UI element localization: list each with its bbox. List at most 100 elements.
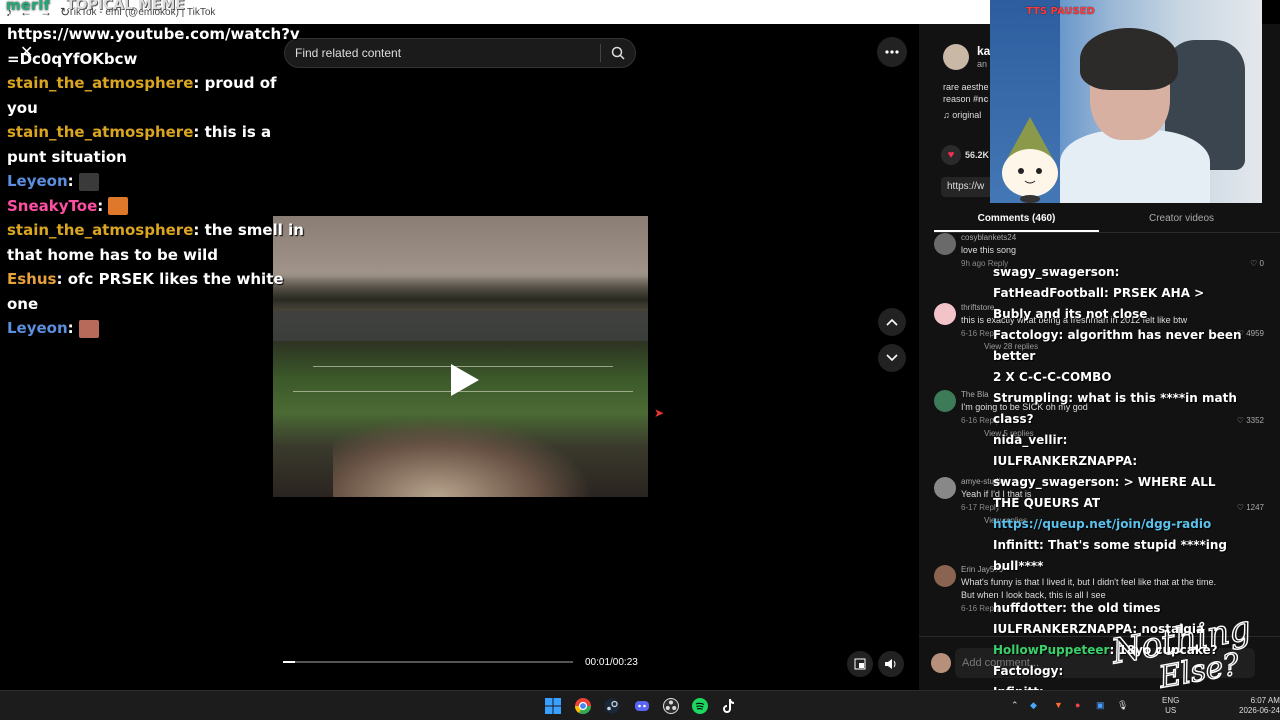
chat-emote-icon	[78, 172, 99, 191]
search-icon	[611, 46, 625, 60]
chat-username[interactable]: stain_the_atmosphere	[7, 74, 193, 92]
chat-username[interactable]: Factology	[993, 664, 1058, 678]
steam-button[interactable]	[602, 696, 622, 716]
more-options-button[interactable]	[877, 37, 907, 67]
post-hashtag[interactable]: #nc	[973, 94, 989, 104]
author-avatar[interactable]	[943, 44, 969, 70]
comment-username[interactable]: cosyblankets24	[961, 233, 1016, 242]
chat-username[interactable]: HollowPuppeteer	[993, 643, 1109, 657]
tray-display-icon[interactable]: ▣	[1096, 700, 1105, 711]
search-input[interactable]	[285, 39, 600, 67]
tray-steam-icon[interactable]: ◆	[1030, 700, 1037, 711]
like-button[interactable]: ♥	[941, 145, 961, 165]
chat-colon: :	[56, 270, 68, 288]
heart-icon: ♥	[947, 149, 955, 161]
comment-avatar[interactable]	[934, 233, 956, 255]
screen: ♪ ← → ↻ TikTok - emf (@emlokok) | TikTok…	[0, 0, 1280, 720]
current-user-avatar	[931, 653, 951, 673]
comment-text: love this song	[961, 245, 1017, 255]
chat-colon: :	[1058, 664, 1064, 678]
music-note-icon: ♫	[943, 110, 950, 120]
video-crowd-hands	[333, 417, 593, 497]
comment-avatar[interactable]	[934, 477, 956, 499]
author-name[interactable]: ka	[977, 44, 990, 58]
pip-button[interactable]	[847, 651, 873, 677]
chat-username[interactable]: huffdotter	[993, 601, 1062, 615]
chat-link[interactable]: https://queup.net/join/dgg-radio	[993, 517, 1211, 531]
video-progress-bar[interactable]	[283, 661, 573, 663]
tab-comments[interactable]: Comments (460)	[934, 207, 1099, 232]
chrome-icon	[575, 698, 591, 714]
chat-message: https://www.youtube.com/watch?v=Dc0qYfOK…	[7, 22, 307, 71]
more-icon	[885, 50, 899, 54]
nothing-else-logo: Nothing Else?	[1107, 610, 1255, 690]
post-sound[interactable]: ♫ original	[943, 110, 981, 120]
previous-video-button[interactable]	[878, 308, 906, 336]
tray-mic-icon[interactable]: 🎙	[1117, 700, 1128, 711]
windows-start-button[interactable]	[543, 696, 563, 716]
chat-text: 2 X C-C-C-COMBO	[993, 370, 1112, 384]
chat-username[interactable]: IULFRANKERZNAPPA	[993, 454, 1132, 468]
chat-username[interactable]: Leyeon	[7, 319, 68, 337]
system-clock[interactable]: 6:07 AM 2026-06-24	[1239, 696, 1280, 716]
comment-date: 6-16	[961, 604, 978, 613]
chrome-button[interactable]	[573, 696, 593, 716]
discord-icon	[635, 701, 649, 711]
chat-colon: :	[1114, 475, 1124, 489]
chat-username[interactable]: Infinitt	[993, 538, 1039, 552]
video-time: 00:01/00:23	[585, 657, 638, 668]
chat-username[interactable]: Leyeon	[7, 172, 68, 190]
spotify-button[interactable]	[690, 696, 710, 716]
language-indicator[interactable]: ENG US	[1162, 696, 1179, 716]
chat-username[interactable]: nida_vellir	[993, 433, 1063, 447]
tray-brave-icon[interactable]: ▼	[1054, 700, 1063, 710]
clock-time: 6:07 AM	[1250, 696, 1280, 705]
chat-username[interactable]: SneakyToe	[7, 197, 97, 215]
chat-colon: :	[1068, 391, 1078, 405]
tiktok-button[interactable]	[719, 696, 739, 716]
chat-message: swagy_swagerson: > WHERE ALL THE QUEURS …	[993, 472, 1243, 535]
video-frame[interactable]	[273, 216, 648, 497]
tray-record-icon[interactable]: ●	[1075, 700, 1080, 710]
chat-username[interactable]: FatHeadFootball	[993, 286, 1104, 300]
windows-start-icon	[545, 698, 561, 714]
comment-like-count: 3352	[1246, 416, 1264, 425]
play-icon[interactable]	[443, 360, 483, 400]
comment-avatar[interactable]	[934, 565, 956, 587]
chat-username[interactable]: stain_the_atmosphere	[7, 221, 193, 239]
language-bottom: US	[1165, 706, 1177, 715]
chat-username[interactable]: swagy_swagerson	[993, 475, 1115, 489]
chat-text: https://www.youtube.com/watch?v=Dc0qYfOK…	[7, 25, 300, 68]
volume-button[interactable]	[878, 651, 904, 677]
discord-button[interactable]	[632, 696, 652, 716]
chat-message: Leyeon:	[7, 316, 307, 341]
chat-message: Eshus: ofc PRSEK likes the white one	[7, 267, 307, 316]
chat-message	[993, 577, 1243, 598]
search-button[interactable]	[601, 38, 635, 68]
chat-message: IULFRANKERZNAPPA:	[993, 451, 1243, 472]
tray-chevron-icon[interactable]: ⌃	[1011, 700, 1019, 711]
comment-username[interactable]: The Bla	[961, 390, 989, 399]
chevron-down-icon	[886, 354, 898, 362]
obs-button[interactable]	[661, 696, 681, 716]
chat-username[interactable]: stain_the_atmosphere	[7, 123, 193, 141]
chat-username[interactable]: swagy_swagerson	[993, 265, 1115, 279]
search-box	[284, 38, 636, 68]
chat-message: nida_vellir:	[993, 430, 1243, 451]
chat-username[interactable]: Strumpling	[993, 391, 1068, 405]
chat-username[interactable]: Eshus	[7, 270, 56, 288]
like-count: 56.2K	[965, 150, 990, 160]
comment-username[interactable]: thriftstore	[961, 303, 994, 312]
spotify-icon	[692, 698, 708, 714]
chat-message: Strumpling: what is this ****in math cla…	[993, 388, 1243, 430]
tab-creator-videos[interactable]: Creator videos	[1099, 207, 1264, 232]
chevron-up-icon	[886, 318, 898, 326]
chat-username[interactable]: Factology	[993, 328, 1058, 342]
comment-avatar[interactable]	[934, 390, 956, 412]
clock-date: 2026-06-24	[1239, 706, 1280, 715]
comment-avatar[interactable]	[934, 303, 956, 325]
mascot-sticker-icon	[1002, 117, 1058, 203]
next-video-button[interactable]	[878, 344, 906, 372]
comment-like-button[interactable]: ♡ 0	[1250, 259, 1264, 268]
chat-message: Leyeon:	[7, 169, 307, 194]
